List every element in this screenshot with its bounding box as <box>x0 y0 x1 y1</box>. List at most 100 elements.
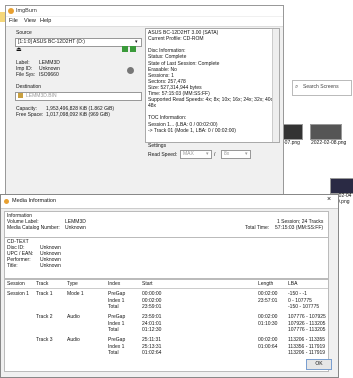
imgburn-title: ImgBurn <box>16 8 37 14</box>
desktop-thumbnail[interactable] <box>283 124 303 140</box>
imgburn-titlebar: ImgBurn <box>6 6 283 16</box>
title-key: Title: <box>7 263 18 269</box>
table-cell-track: Track 2 <box>36 314 53 320</box>
table-cell-start: 25:13:31 <box>142 343 162 350</box>
disc-info-line: Time: 57:15:03 (MM:SS:FF) <box>148 91 210 97</box>
desktop-thumb-label: -07.png <box>283 140 300 146</box>
table-cell-lba: 113206 - 117919 <box>288 350 326 356</box>
imgburn-app-icon <box>8 8 14 14</box>
disc-info-line: Disc Information: <box>148 48 186 55</box>
table-cell-index: Index 1 <box>108 297 125 304</box>
read-speed-separator: / <box>214 152 216 158</box>
table-cell-lba: 113356 - 117919 <box>288 343 326 350</box>
table-cell-start: 23:59:01 <box>142 314 162 320</box>
dialog-title: Media Information <box>12 198 57 204</box>
table-header-lba[interactable]: LBA <box>288 281 297 287</box>
table-cell-lba: -150 - -1 <box>288 291 307 297</box>
source-device-value: [1:1:0] ASUS BC-12D2HT (D:) <box>18 39 85 45</box>
total-time-value: 57:15:03 (MM:SS:FF) <box>275 225 324 231</box>
menu-view[interactable]: View <box>24 18 36 24</box>
table-cell-lba: 107776 - 113205 <box>288 327 326 333</box>
eject-icon[interactable] <box>130 46 136 52</box>
destination-value: LEMM3D.BIN <box>26 93 57 99</box>
table-cell-lba: 107776 - 107925 <box>288 314 326 320</box>
table-cell-start: 23:59:01 <box>142 304 162 310</box>
table-header-start[interactable]: Start <box>142 281 153 287</box>
search-placeholder: Search Screens <box>303 84 339 90</box>
table-cell-start: 00:00:00 <box>142 291 162 297</box>
title-value: Unknown <box>40 263 61 269</box>
folder-icon <box>18 93 23 98</box>
table-cell-index: PreGap <box>108 291 126 297</box>
table-cell-length: 23:57:01 <box>258 297 278 304</box>
chevron-down-icon: ▾ <box>135 39 138 45</box>
table-cell-track: Track 1 <box>36 291 53 297</box>
disc-info-line: Session 1... (LBA: 0 / 00:02:00) <box>148 121 218 128</box>
dialog-app-icon <box>4 199 9 204</box>
settings-label: Settings <box>148 143 167 149</box>
table-cell-track: Track 3 <box>36 337 53 343</box>
filesys-key: File Sys: <box>16 72 36 78</box>
disc-info-line: ASUS BC-12D2HT 3.00 (SATA) <box>148 30 219 36</box>
table-header-length[interactable]: Length <box>258 281 273 287</box>
desktop-thumbnail[interactable] <box>330 178 353 194</box>
desktop-search-box[interactable]: Search Screens ⌕ <box>292 80 352 96</box>
read-speed-value: MAX <box>183 151 194 157</box>
table-header-type[interactable]: Type <box>67 281 78 287</box>
destination-label: Destination <box>16 84 42 90</box>
table-cell-start: 01:12:30 <box>142 327 162 333</box>
disc-info-line: State of Last Session: Complete <box>148 60 220 67</box>
table-cell-start: 01:02:64 <box>142 350 162 356</box>
destination-field[interactable]: LEMM3D.BIN <box>15 92 142 101</box>
imgburn-menubar: File View Help <box>6 17 283 27</box>
mcn-value: Unknown <box>65 225 86 231</box>
read-speed-value-2: 8x <box>224 151 230 157</box>
cd-text-box: CD-TEXT Disc ID: Unknown UPC / EAN: Unkn… <box>4 237 329 279</box>
read-speed-select[interactable]: MAX ▾ <box>180 150 212 159</box>
close-icon[interactable]: × <box>327 196 331 203</box>
read-speed-select-2[interactable]: 8x ▾ <box>221 150 251 159</box>
table-cell-type: Audio <box>67 337 80 343</box>
table-cell-length: 00:02:00 <box>258 337 278 343</box>
table-cell-length: 01:00:64 <box>258 343 278 350</box>
table-cell-type: Mode 1 <box>67 291 84 297</box>
table-cell-start: 00:02:00 <box>142 297 162 304</box>
table-cell-session: Session 1 <box>7 291 29 297</box>
disc-info-line: Status: Complete <box>148 54 187 61</box>
disc-info-line: -> Track 01 (Mode 1, LBA: 0 / 00:02:00) <box>148 127 236 134</box>
disc-info-panel: ASUS BC-12D2HT 3.00 (SATA) Current Profil… <box>145 28 280 143</box>
table-cell-index: PreGap <box>108 314 126 320</box>
refresh-icon[interactable] <box>122 46 128 52</box>
table-cell-lba: 0 - 107775 <box>288 297 312 304</box>
info-icon[interactable] <box>127 67 134 74</box>
ok-button[interactable]: OK <box>306 359 332 370</box>
table-cell-index: Total <box>108 350 119 356</box>
disc-icon: ⏏ <box>16 47 22 53</box>
mcn-key: Media Catalog Number: <box>7 225 60 231</box>
table-header-track[interactable]: Track <box>36 281 48 287</box>
menu-help[interactable]: Help <box>40 18 51 24</box>
imgburn-window: ImgBurn File View Help Source [1:1:0] AS… <box>5 5 284 195</box>
table-header-divider <box>5 288 328 289</box>
search-icon: ⌕ <box>295 84 299 90</box>
table-cell-type: Audio <box>67 314 80 320</box>
table-cell-length: 00:02:00 <box>258 291 278 297</box>
disc-info-line: Sessions: 1 <box>148 72 174 79</box>
freespace-value: 1,017,098,092 KiB (969 GiB) <box>46 112 110 118</box>
desktop-thumbnail[interactable] <box>310 124 342 140</box>
disc-info-scrollbar[interactable] <box>272 29 279 142</box>
disc-info-line: Erasable: No <box>148 66 177 73</box>
desktop-thumb-label: 2022-02-08.png <box>311 140 347 146</box>
table-cell-lba: -150 - 107775 <box>288 304 320 310</box>
table-cell-index: PreGap <box>108 337 126 343</box>
menu-file[interactable]: File <box>9 18 18 24</box>
table-cell-start: 24:01:01 <box>142 320 162 327</box>
table-cell-length: 01:10:30 <box>258 320 278 327</box>
table-cell-lba: 113206 - 113355 <box>288 337 326 343</box>
table-cell-length: 00:02:00 <box>258 314 278 320</box>
filesys-value: ISO9660 <box>39 72 59 78</box>
table-header-session[interactable]: Session <box>7 281 25 287</box>
disc-info-line: TOC Information: <box>148 115 187 122</box>
table-header-index[interactable]: Index <box>108 281 120 287</box>
chevron-down-icon: ▾ <box>245 151 248 157</box>
